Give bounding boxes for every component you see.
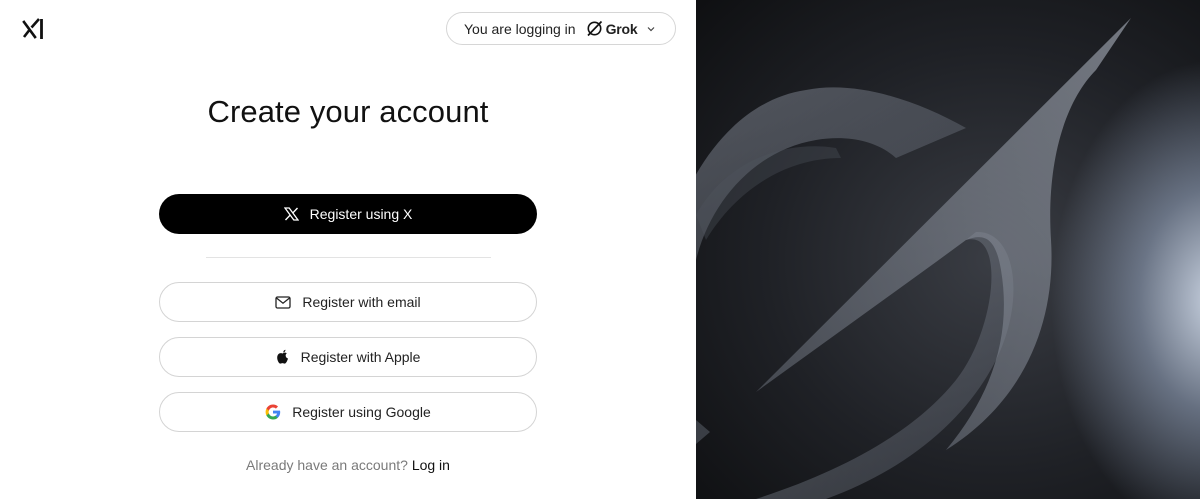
login-prompt-text: Already have an account?: [246, 457, 408, 473]
x-logo-icon: [283, 207, 299, 221]
apple-logo-icon: [276, 349, 290, 365]
product-selector: Grok: [586, 20, 638, 37]
mail-icon: [275, 295, 292, 309]
register-apple-label: Register with Apple: [300, 349, 421, 365]
register-email-button[interactable]: Register with email: [159, 282, 537, 322]
register-google-button[interactable]: Register using Google: [159, 392, 537, 432]
register-apple-button[interactable]: Register with Apple: [159, 337, 537, 377]
chevron-down-icon: [646, 24, 656, 34]
grok-hero-graphic: [696, 0, 1200, 499]
register-x-label: Register using X: [309, 206, 413, 222]
login-prompt: Already have an account? Log in: [0, 457, 696, 473]
register-x-button[interactable]: Register using X: [159, 194, 537, 234]
auth-panel: You are logging in Grok Create your acco…: [0, 0, 696, 499]
register-google-label: Register using Google: [292, 404, 431, 420]
login-context-selector[interactable]: You are logging in Grok: [446, 12, 676, 45]
register-email-label: Register with email: [302, 294, 421, 310]
grok-icon: [586, 20, 602, 37]
login-context-label: You are logging in: [464, 20, 576, 37]
divider: [206, 257, 491, 258]
page-title: Create your account: [207, 94, 489, 129]
xai-logo-icon[interactable]: [22, 16, 46, 42]
login-link[interactable]: Log in: [412, 457, 450, 473]
product-name: Grok: [605, 20, 638, 37]
google-logo-icon: [265, 404, 281, 420]
